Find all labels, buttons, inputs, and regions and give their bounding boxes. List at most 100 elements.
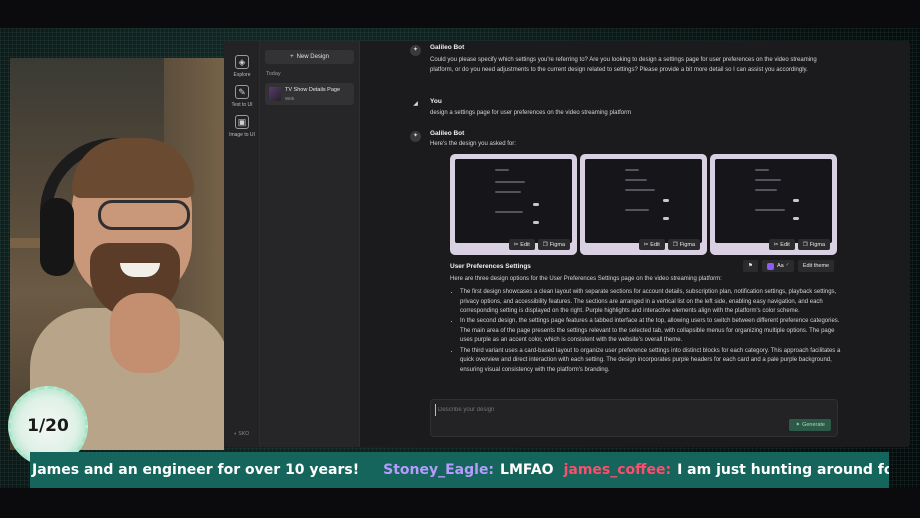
edit-icon: ✂ <box>643 241 649 248</box>
preview-toggle <box>663 199 669 202</box>
design-preview <box>585 159 702 243</box>
preview-row <box>625 179 647 181</box>
result-title: User Preferences Settings <box>450 263 531 270</box>
stream-chat-ticker: James and an engineer for over 10 years!… <box>30 452 889 488</box>
sparkle-icon: ✦ <box>795 422 801 428</box>
figma-label: Figma <box>809 241 825 248</box>
history-item[interactable]: TV Show Details Page Web <box>265 83 354 105</box>
describe-design-input[interactable] <box>435 404 775 416</box>
history-thumbnail <box>269 87 281 101</box>
composer: ✦ Generate <box>430 399 838 437</box>
preview-toggle <box>663 217 669 220</box>
edit-theme-label: Edit theme <box>802 263 830 269</box>
edit-label: Edit <box>650 241 660 248</box>
badge-count: 1/20 <box>27 416 69 436</box>
design-preview <box>715 159 832 243</box>
compass-icon: ◈ <box>235 55 249 69</box>
history-sidebar: + New Design Today TV Show Details Page … <box>260 41 360 447</box>
preview-row <box>755 179 781 181</box>
rail-item-explore[interactable]: ◈ Explore <box>224 55 260 78</box>
edit-label: Edit <box>780 241 790 248</box>
preview-row <box>495 211 523 213</box>
generate-label: Generate <box>802 422 825 428</box>
preview-heading <box>755 169 769 171</box>
chat-message: LMFAO <box>500 462 554 478</box>
chat-message-bot: ✦ Galileo Bot Could you please specify w… <box>410 44 820 75</box>
font-label: Aa <box>776 263 784 269</box>
design-description-2: In the second design, the settings page … <box>460 317 845 346</box>
design-thumbnails: ✂ Edit ❐ Figma ✂ Edit ❐ Figma ✂ Edit ❐ F… <box>450 154 840 256</box>
flag-icon: ⚑ <box>748 263 753 269</box>
rail-item-text-to-ui[interactable]: ✎ Text to UI <box>224 85 260 108</box>
figma-button[interactable]: ❐ Figma <box>667 239 700 250</box>
new-design-button[interactable]: + New Design <box>265 50 354 64</box>
design-thumbnail-3[interactable]: ✂ Edit ❐ Figma <box>710 154 837 255</box>
font-button[interactable]: Aa ◜ <box>761 260 794 272</box>
copy-icon: ❐ <box>542 241 548 248</box>
preview-row <box>755 209 785 211</box>
preview-row <box>625 209 649 211</box>
preview-toggle <box>793 199 799 202</box>
figma-label: Figma <box>679 241 695 248</box>
preview-toggle <box>533 221 539 224</box>
preview-row <box>755 189 777 191</box>
curve-icon: ◜ <box>786 263 789 269</box>
design-preview <box>455 159 572 243</box>
galileo-bot-avatar-icon: ✦ <box>410 45 421 56</box>
thumbnail-actions: ✂ Edit ❐ Figma <box>638 239 700 250</box>
message-text: design a settings page for user preferen… <box>430 110 632 116</box>
preview-row <box>495 191 521 193</box>
figma-button[interactable]: ❐ Figma <box>797 239 830 250</box>
message-author: Galileo Bot <box>430 130 465 137</box>
rail-item-label: Image to UI <box>229 132 255 138</box>
accent-swatch <box>766 262 774 270</box>
chat-username: james_coffee: <box>563 462 672 478</box>
webcam-headphone-earcup <box>40 198 74 276</box>
design-descriptions: The first design showcases a clean layou… <box>460 288 845 376</box>
copy-icon: ❐ <box>802 241 808 248</box>
message-text: Could you please specify which settings … <box>430 57 817 73</box>
chat-message-bot: ✦ Galileo Bot Here's the design you aske… <box>410 130 820 149</box>
result-tools: ⚑ Aa ◜ Edit theme <box>743 260 835 272</box>
message-text: Here's the design you asked for: <box>430 141 516 147</box>
figma-label: Figma <box>549 241 565 248</box>
new-design-label: New Design <box>296 54 329 60</box>
history-item-title: TV Show Details Page <box>285 87 341 93</box>
rail-item-image-to-ui[interactable]: ▣ Image to UI <box>224 115 260 138</box>
edit-button[interactable]: ✂ Edit <box>768 239 795 250</box>
rail-item-label: Text to UI <box>231 102 253 108</box>
design-description-1: The first design showcases a clean layou… <box>460 288 845 317</box>
nav-rail: ◈ Explore ✎ Text to UI ▣ Image to UI ◐ S… <box>224 41 260 447</box>
design-thumbnail-1[interactable]: ✂ Edit ❐ Figma <box>450 154 577 255</box>
pencil-square-icon: ✎ <box>235 85 249 99</box>
copy-icon: ❐ <box>672 241 678 248</box>
edit-button[interactable]: ✂ Edit <box>508 239 535 250</box>
thumbnail-actions: ✂ Edit ❐ Figma <box>768 239 830 250</box>
flag-button[interactable]: ⚑ <box>743 260 758 272</box>
design-thumbnail-2[interactable]: ✂ Edit ❐ Figma <box>580 154 707 255</box>
history-section-label: Today <box>266 71 281 77</box>
image-icon: ▣ <box>235 115 249 129</box>
edit-label: Edit <box>520 241 530 248</box>
chat-panel: ✦ Galileo Bot Could you please specify w… <box>360 41 910 447</box>
preview-toggle <box>793 217 799 220</box>
preview-toggle <box>533 203 539 206</box>
edit-button[interactable]: ✂ Edit <box>638 239 665 250</box>
preview-row <box>625 189 655 191</box>
rail-item-label: Explore <box>233 72 251 78</box>
account-button[interactable]: ◐ SKO <box>234 431 249 437</box>
preview-heading <box>625 169 639 171</box>
galileo-bot-avatar-icon: ✦ <box>410 131 421 142</box>
edit-icon: ✂ <box>773 241 779 248</box>
edit-theme-button[interactable]: Edit theme <box>797 260 835 272</box>
chat-message-user: ◢ You design a settings page for user pr… <box>413 98 820 118</box>
ticker-lead-text: James and an engineer for over 10 years! <box>32 462 360 478</box>
thumbnail-actions: ✂ Edit ❐ Figma <box>508 239 570 250</box>
preview-heading <box>495 169 509 171</box>
galileo-app-window: ◈ Explore ✎ Text to UI ▣ Image to UI ◐ S… <box>224 41 910 447</box>
generate-button[interactable]: ✦ Generate <box>789 419 831 431</box>
message-author: You <box>430 98 442 105</box>
chat-message: I am just hunting around for cool dev ch… <box>677 462 889 478</box>
figma-button[interactable]: ❐ Figma <box>537 239 570 250</box>
result-intro: Here are three design options for the Us… <box>450 276 722 282</box>
